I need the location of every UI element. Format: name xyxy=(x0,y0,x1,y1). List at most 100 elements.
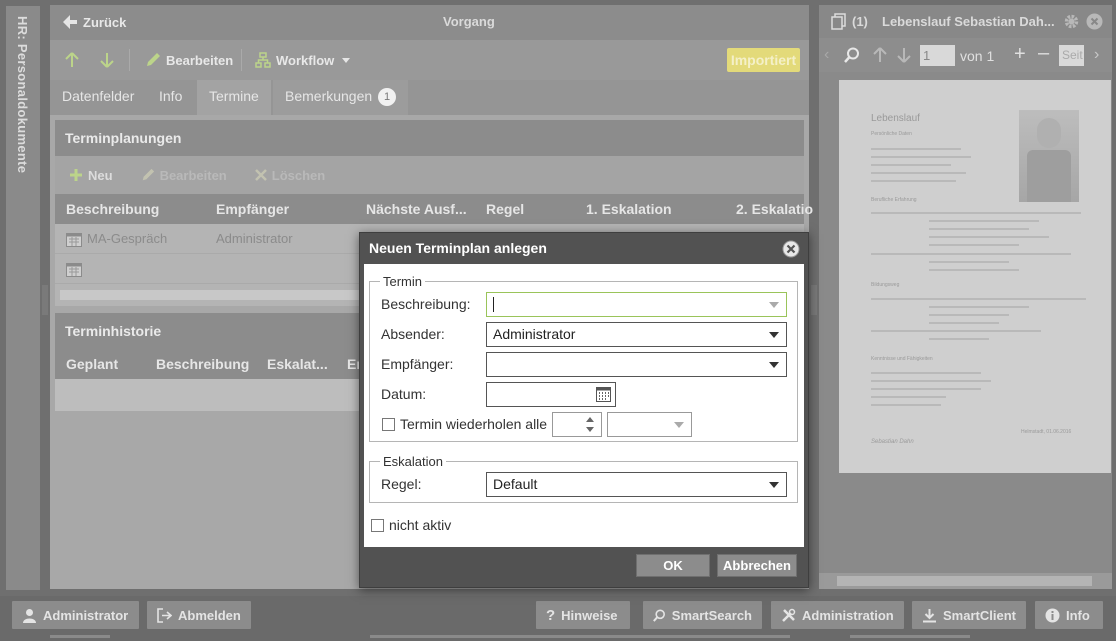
zoom-input[interactable]: Seit xyxy=(1059,45,1084,66)
zoom-in-button[interactable]: + xyxy=(1014,43,1026,66)
eskalation-group-legend: Eskalation xyxy=(380,454,446,469)
left-collapse-handle[interactable] xyxy=(42,285,48,315)
zoom-out-button[interactable]: – xyxy=(1038,42,1049,65)
hints-button[interactable]: ? Hinweise xyxy=(536,601,630,629)
arrow-up-icon[interactable] xyxy=(873,47,887,63)
column-header[interactable]: Empfänger xyxy=(216,194,289,224)
column-header[interactable]: Beschreibung xyxy=(156,349,249,379)
imported-badge: Importiert xyxy=(727,48,800,72)
close-icon[interactable] xyxy=(1086,13,1103,30)
column-header[interactable]: Geplant xyxy=(66,349,118,379)
chevron-down-icon xyxy=(769,332,779,338)
close-icon xyxy=(254,169,267,181)
user-icon xyxy=(23,608,36,623)
documents-icon xyxy=(831,13,846,30)
edit-schedule-button[interactable]: Bearbeiten xyxy=(141,168,227,183)
column-header[interactable]: 2. Eskalatio xyxy=(736,194,813,224)
back-button[interactable]: Zurück xyxy=(62,14,126,30)
search-icon xyxy=(653,609,665,622)
column-header[interactable]: Nächste Ausf... xyxy=(366,194,467,224)
chevron-right-icon[interactable]: › xyxy=(1094,46,1099,64)
search-icon[interactable] xyxy=(844,47,860,63)
page-of-label: von 1 xyxy=(960,48,995,64)
empfaenger-label: Empfänger: xyxy=(381,356,454,372)
arrow-up-button[interactable] xyxy=(65,52,79,68)
tab-datenfelder[interactable]: Datenfelder xyxy=(50,80,146,115)
repeat-interval-stepper[interactable] xyxy=(552,412,602,437)
logout-button[interactable]: Abmelden xyxy=(147,601,251,629)
delete-button[interactable]: Löschen xyxy=(254,168,325,183)
page-number-input[interactable]: 1 xyxy=(920,45,955,66)
repeat-checkbox[interactable] xyxy=(382,418,395,431)
column-header[interactable]: Regel xyxy=(486,194,524,224)
user-button[interactable]: Administrator xyxy=(12,601,139,629)
cancel-button[interactable]: Abbrechen xyxy=(717,554,797,577)
ok-button[interactable]: OK xyxy=(636,554,710,577)
toolbar-divider xyxy=(241,49,242,71)
chevron-left-icon[interactable]: ‹ xyxy=(824,46,829,64)
terminplanungen-toolbar: Neu Bearbeiten Löschen xyxy=(55,156,804,194)
right-collapse-handle[interactable] xyxy=(811,285,817,315)
column-header[interactable]: Eskalat... xyxy=(267,349,328,379)
regel-value: Default xyxy=(493,476,538,492)
terminplanungen-title: Terminplanungen xyxy=(55,120,804,156)
tab-bemerkungen[interactable]: Bemerkungen 1 xyxy=(273,80,409,115)
administration-button[interactable]: Administration xyxy=(771,601,904,629)
column-header[interactable]: Beschreibung xyxy=(66,194,159,224)
gear-icon[interactable] xyxy=(1063,13,1080,30)
download-icon xyxy=(923,608,936,622)
info-label: Info xyxy=(1066,607,1090,623)
pencil-icon xyxy=(142,168,154,181)
toolbar: Bearbeiten Workflow Importiert xyxy=(50,40,809,80)
absender-select[interactable]: Administrator xyxy=(486,322,787,347)
chevron-down-icon xyxy=(674,422,684,428)
chevron-down-icon xyxy=(769,302,779,308)
column-header[interactable]: 1. Eskalation xyxy=(586,194,672,224)
inactive-checkbox[interactable] xyxy=(371,519,384,532)
empfaenger-select[interactable] xyxy=(486,352,787,377)
termin-group-legend: Termin xyxy=(380,274,426,289)
chevron-down-icon[interactable] xyxy=(586,427,594,432)
inactive-label: nicht aktiv xyxy=(389,517,452,533)
smartsearch-label: SmartSearch xyxy=(671,607,752,623)
workflow-label: Workflow xyxy=(276,52,335,68)
beschreibung-field[interactable] xyxy=(486,292,787,317)
comment-count-badge: 1 xyxy=(378,88,397,106)
arrow-down-button[interactable] xyxy=(100,52,114,68)
info-icon xyxy=(1045,608,1060,622)
bottom-text-fragment xyxy=(370,635,790,638)
pencil-icon xyxy=(147,53,160,66)
page-title: Vorgang xyxy=(443,14,495,29)
tab-info[interactable]: Info xyxy=(147,80,194,115)
edit-schedule-label: Bearbeiten xyxy=(159,167,227,183)
datum-label: Datum: xyxy=(381,386,427,402)
document-toolbar: ‹ 1 von 1 + – Seit › xyxy=(819,38,1112,72)
edit-button[interactable]: Bearbeiten xyxy=(145,52,233,68)
info-button[interactable]: Info xyxy=(1035,601,1103,629)
absender-label: Absender: xyxy=(381,326,445,342)
calendar-icon xyxy=(66,263,82,277)
hints-label: Hinweise xyxy=(561,607,618,623)
close-icon[interactable] xyxy=(782,240,800,258)
smartclient-button[interactable]: SmartClient xyxy=(912,601,1026,629)
repeat-unit-select[interactable] xyxy=(607,412,692,437)
regel-select[interactable]: Default xyxy=(486,472,787,497)
document-page: Lebenslauf Persönliche Daten Berufliche … xyxy=(839,80,1111,473)
bottom-text-fragment xyxy=(50,635,110,638)
smartsearch-button[interactable]: SmartSearch xyxy=(643,601,762,629)
horizontal-scrollbar[interactable] xyxy=(60,290,360,300)
datum-field[interactable] xyxy=(486,382,616,407)
new-button[interactable]: Neu xyxy=(69,168,113,183)
arrow-down-icon[interactable] xyxy=(897,47,911,63)
absender-value: Administrator xyxy=(493,326,576,342)
workflow-dropdown[interactable]: Workflow xyxy=(255,52,351,68)
beschreibung-label: Beschreibung: xyxy=(381,296,471,312)
cv-heading: Lebenslauf xyxy=(871,113,920,124)
document-hscrollbar[interactable] xyxy=(819,573,1112,589)
cv-photo xyxy=(1019,110,1079,202)
chevron-up-icon[interactable] xyxy=(586,417,594,422)
document-count: (1) xyxy=(852,14,868,29)
calendar-icon[interactable] xyxy=(596,387,611,402)
tools-icon xyxy=(782,608,796,622)
tab-termine[interactable]: Termine xyxy=(197,80,271,115)
